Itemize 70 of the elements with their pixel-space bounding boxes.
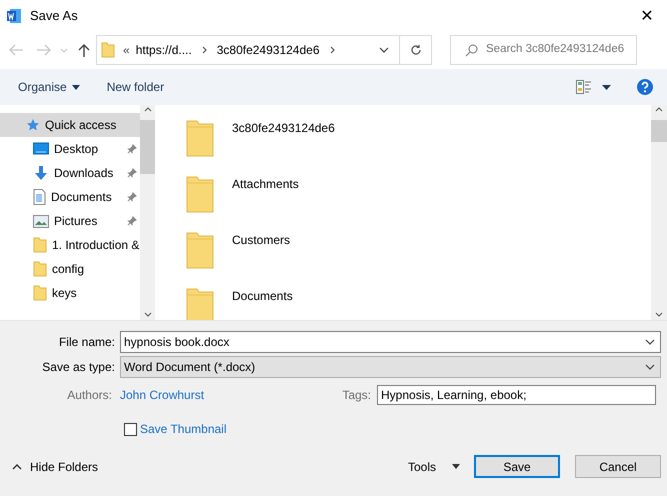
- close-button[interactable]: ✕: [627, 1, 667, 31]
- search-icon: [465, 44, 478, 56]
- cancel-button[interactable]: Cancel: [575, 455, 661, 478]
- caret-icon: [452, 464, 460, 469]
- desktop-icon: [33, 142, 49, 156]
- folder-item[interactable]: Customers: [186, 221, 651, 277]
- tags-field[interactable]: Hypnosis, Learning, ebook;: [377, 385, 656, 405]
- star-icon: [26, 118, 40, 132]
- scroll-thumb[interactable]: [651, 120, 667, 142]
- folder-icon: [33, 285, 47, 301]
- pin-icon: [127, 216, 137, 226]
- new-folder-button[interactable]: New folder: [106, 78, 164, 96]
- folder-icon: [101, 42, 115, 58]
- field-label: File name:: [58, 334, 116, 351]
- field-label: Authors:: [66, 387, 113, 404]
- caret-icon: [72, 84, 80, 90]
- dropdown-chevron-icon[interactable]: [379, 47, 389, 53]
- author-link[interactable]: John Crowhurst: [120, 386, 315, 404]
- chevron-right-icon[interactable]: [330, 46, 334, 54]
- tools-button[interactable]: Tools: [408, 458, 460, 476]
- chevron-up-icon: [12, 464, 22, 470]
- pin-icon: [127, 192, 137, 202]
- save-button[interactable]: Save: [474, 455, 560, 478]
- scroll-up-icon[interactable]: [655, 107, 663, 112]
- search-field[interactable]: Search 3c80fe2493124de6: [450, 35, 637, 65]
- sidebar-item[interactable]: Desktop: [0, 137, 140, 161]
- up-arrow-icon[interactable]: [78, 43, 90, 57]
- download-arrow-icon: [33, 165, 49, 181]
- pin-icon: [127, 144, 137, 154]
- folder-icon: [33, 237, 47, 253]
- address-bar[interactable]: « https://d.... 3c80fe2493124de6: [96, 35, 432, 65]
- thumbnail-checkbox[interactable]: Save Thumbnail: [124, 420, 226, 438]
- pin-icon: [127, 168, 137, 178]
- sidebar-item[interactable]: 1. Introduction &: [0, 233, 140, 257]
- sidebar-item[interactable]: keys: [0, 281, 140, 305]
- word-app-icon: [6, 8, 22, 24]
- sidebar-item[interactable]: Quick access: [0, 113, 140, 137]
- sidebar-item[interactable]: Downloads: [0, 161, 140, 185]
- sidebar-item[interactable]: Pictures: [0, 209, 140, 233]
- view-options-icon[interactable]: [576, 80, 592, 94]
- scroll-up-icon[interactable]: [144, 107, 152, 112]
- overflow-chevrons[interactable]: «: [123, 41, 130, 59]
- help-icon[interactable]: [637, 79, 653, 95]
- scrollbar[interactable]: [651, 105, 667, 320]
- scroll-thumb[interactable]: [140, 120, 155, 174]
- breadcrumb[interactable]: 3c80fe2493124de6: [216, 41, 320, 59]
- field-label: Save as type:: [41, 359, 116, 376]
- scroll-down-icon[interactable]: [655, 312, 663, 317]
- scrollbar[interactable]: [140, 105, 155, 320]
- file-type-dropdown[interactable]: Word Document (*.docx): [120, 356, 661, 378]
- refresh-icon: [410, 44, 422, 56]
- chevron-down-icon: [645, 339, 655, 345]
- breadcrumb[interactable]: https://d....: [136, 41, 192, 59]
- organise-button[interactable]: Organise: [18, 78, 80, 96]
- caret-icon[interactable]: [602, 84, 611, 90]
- document-icon: [33, 189, 46, 205]
- field-label: Tags:: [341, 387, 372, 404]
- hide-folders-button[interactable]: Hide Folders: [12, 458, 98, 476]
- folder-item[interactable]: 3c80fe2493124de6: [186, 109, 651, 165]
- file-name-field[interactable]: hypnosis book.docx: [120, 331, 661, 353]
- scroll-down-icon[interactable]: [144, 312, 152, 317]
- sidebar-item[interactable]: config: [0, 257, 140, 281]
- folder-icon: [33, 261, 47, 277]
- picture-icon: [33, 214, 49, 228]
- window-title: Save As: [30, 7, 78, 26]
- sidebar-item[interactable]: Documents: [0, 185, 140, 209]
- chevron-right-icon[interactable]: [202, 46, 207, 54]
- folder-item[interactable]: Documents: [186, 277, 651, 320]
- folder-item[interactable]: Attachments: [186, 165, 651, 221]
- chevron-down-icon: [645, 364, 655, 370]
